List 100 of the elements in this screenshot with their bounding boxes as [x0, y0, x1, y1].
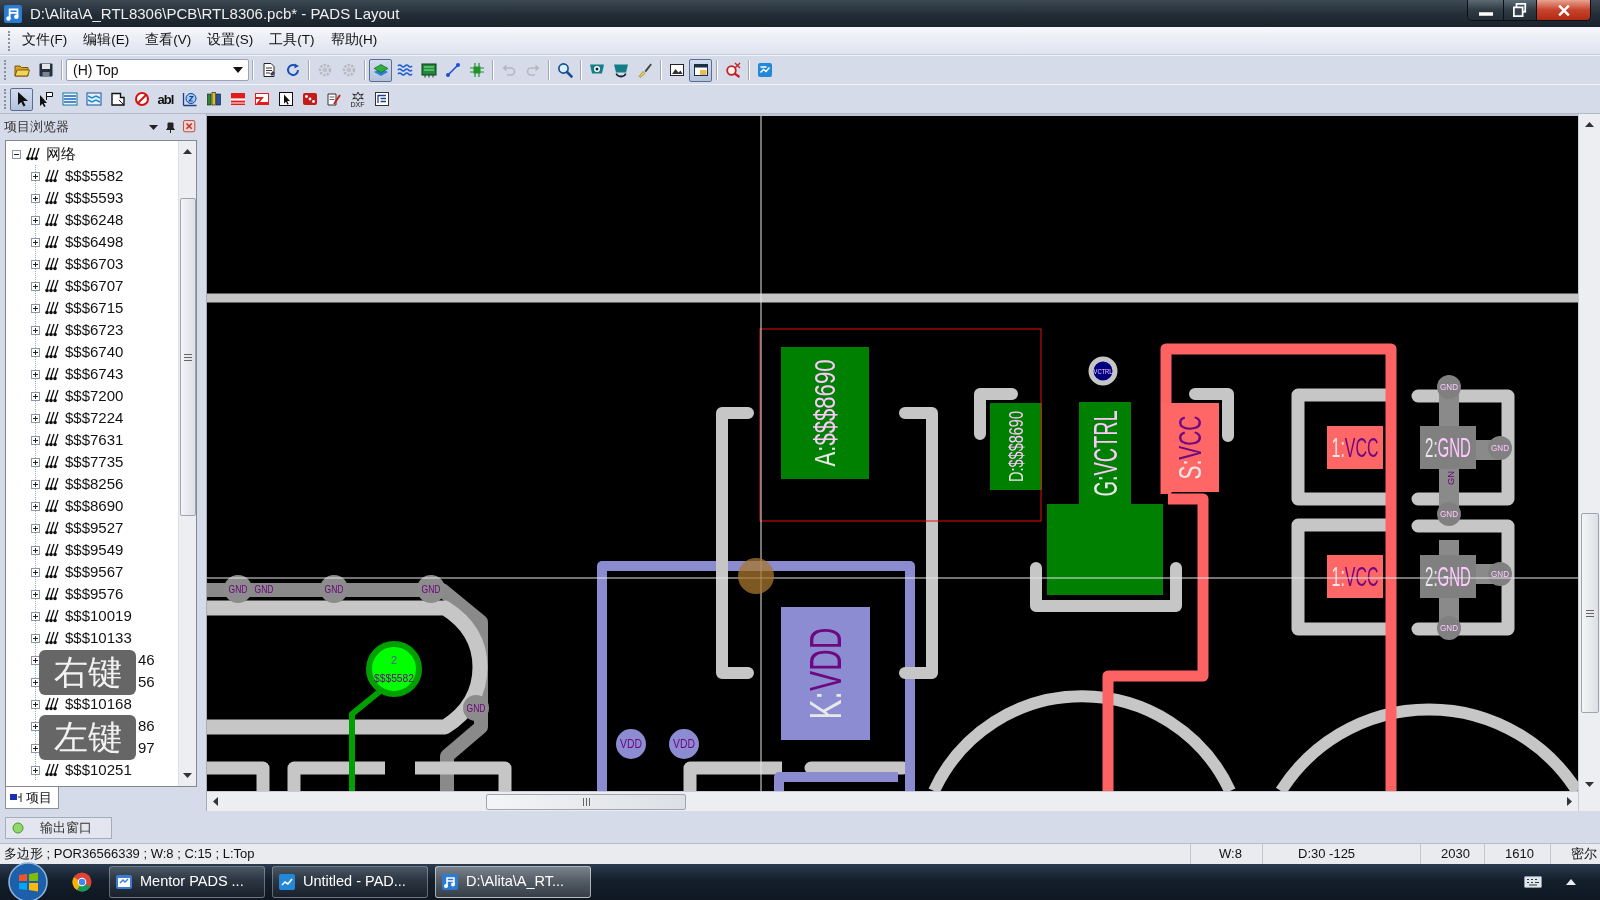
taskbar-button[interactable]: Untitled - PAD...: [272, 866, 428, 898]
menu-item[interactable]: 文件(F): [14, 30, 76, 51]
tree-item[interactable]: $$$6740: [65, 343, 124, 361]
tree-item[interactable]: $$$5593: [65, 189, 124, 207]
expand-icon[interactable]: [31, 699, 40, 709]
tree-item[interactable]: $$$10251: [65, 761, 132, 779]
toolbar-button[interactable]: [10, 87, 33, 111]
open-folder-icon: [13, 62, 30, 78]
menu-item[interactable]: 编辑(E): [75, 30, 138, 51]
scroll-up-icon[interactable]: [183, 149, 192, 154]
scroll-right-icon[interactable]: [1567, 797, 1572, 806]
expand-icon[interactable]: [31, 501, 40, 511]
tree-item[interactable]: $$$10168: [65, 695, 132, 713]
tree-item[interactable]: $$$6743: [65, 365, 124, 383]
tree-item[interactable]: $$$7200: [65, 387, 124, 405]
chart-tile-icon: [279, 874, 295, 890]
pin-icon[interactable]: [166, 121, 175, 133]
tree-item[interactable]: $$$10133: [65, 629, 132, 647]
expand-icon[interactable]: [31, 237, 40, 247]
toolbar-button[interactable]: abl: [154, 87, 177, 111]
tree-item[interactable]: 网络: [46, 145, 76, 163]
toolbar-button[interactable]: [689, 58, 712, 82]
via-label: 2: [390, 654, 398, 666]
scrollbar-thumb[interactable]: [1580, 513, 1599, 713]
tree-item[interactable]: $$$6715: [65, 299, 124, 317]
gear-icon: [340, 62, 357, 78]
menu-item[interactable]: 帮助(H): [322, 30, 386, 51]
tree-item[interactable]: $$$9527: [65, 519, 124, 537]
expand-icon[interactable]: [31, 259, 40, 269]
minimize-button[interactable]: [1468, 0, 1504, 20]
close-button[interactable]: [1537, 0, 1590, 20]
tree-item[interactable]: 56: [138, 673, 155, 691]
menu-item[interactable]: 工具(T): [261, 30, 323, 51]
expand-icon[interactable]: [31, 435, 40, 445]
expand-icon[interactable]: [31, 413, 40, 423]
tree-item[interactable]: $$$7631: [65, 431, 124, 449]
tree-item[interactable]: $$$8256: [65, 475, 124, 493]
tree-item[interactable]: $$$10019: [65, 607, 132, 625]
restore-button[interactable]: [1504, 0, 1537, 20]
scroll-left-icon[interactable]: [213, 797, 218, 806]
close-icon[interactable]: [183, 120, 197, 134]
expand-icon[interactable]: [31, 523, 40, 533]
expand-icon[interactable]: [31, 457, 40, 467]
layer-dropdown[interactable]: (H) Top: [66, 59, 249, 81]
expand-icon[interactable]: [31, 369, 40, 379]
keyboard-icon[interactable]: [1524, 876, 1542, 888]
tree-item[interactable]: $$$5582: [65, 167, 124, 185]
expand-icon[interactable]: [31, 589, 40, 599]
up-arrow-icon[interactable]: [1566, 879, 1576, 885]
expand-icon[interactable]: [31, 281, 40, 291]
tree-item[interactable]: $$$9567: [65, 563, 124, 581]
expand-icon[interactable]: [31, 171, 40, 181]
expand-icon[interactable]: [31, 391, 40, 401]
scrollbar-track[interactable]: [178, 141, 196, 786]
tree-item[interactable]: $$$9549: [65, 541, 124, 559]
start-orb-icon[interactable]: [8, 862, 48, 900]
project-tab[interactable]: 项目: [5, 787, 59, 809]
expand-icon[interactable]: [31, 215, 40, 225]
dropdown-arrow-icon[interactable]: [149, 124, 158, 130]
bucket-icon: [612, 62, 629, 78]
tree-item[interactable]: $$$8690: [65, 497, 124, 515]
browser-icon[interactable]: [72, 872, 92, 892]
menu-item[interactable]: 设置(S): [199, 30, 262, 51]
tree-item[interactable]: $$$6248: [65, 211, 124, 229]
tree-item[interactable]: $$$7224: [65, 409, 124, 427]
scroll-down-icon[interactable]: [183, 773, 192, 778]
scroll-up-icon[interactable]: [1585, 122, 1594, 127]
expand-icon[interactable]: [31, 193, 40, 203]
scrollbar-track[interactable]: [1578, 114, 1600, 811]
scrollbar-thumb[interactable]: [486, 793, 686, 810]
tree-item[interactable]: $$$6723: [65, 321, 124, 339]
expand-icon[interactable]: [31, 545, 40, 555]
tree-item[interactable]: $$$6703: [65, 255, 124, 273]
net-label: GND: [254, 582, 274, 596]
tree-item[interactable]: $$$7735: [65, 453, 124, 471]
expand-icon[interactable]: [31, 325, 40, 335]
expand-icon[interactable]: [31, 479, 40, 489]
restore-icon: [1513, 3, 1527, 17]
tree-item[interactable]: $$$9576: [65, 585, 124, 603]
tree-item[interactable]: $$$6498: [65, 233, 124, 251]
expand-icon[interactable]: [31, 633, 40, 643]
scrollbar-thumb[interactable]: [179, 198, 196, 516]
tree-item[interactable]: 46: [138, 651, 155, 669]
expand-icon[interactable]: [31, 611, 40, 621]
scroll-down-icon[interactable]: [1585, 782, 1594, 787]
menu-item[interactable]: 查看(V): [137, 30, 200, 51]
key-press-overlay: 左键: [39, 715, 136, 760]
expand-icon[interactable]: [31, 347, 40, 357]
taskbar-button[interactable]: Mentor PADS ...: [109, 866, 265, 898]
tree-item[interactable]: 97: [138, 739, 155, 757]
expand-icon[interactable]: [31, 765, 40, 775]
tree-item[interactable]: $$$6707: [65, 277, 124, 295]
taskbar-button[interactable]: D:\Alita\A_RT...: [435, 866, 591, 898]
output-tab[interactable]: 输出窗口: [5, 817, 112, 839]
scrollbar-track[interactable]: [207, 791, 1578, 811]
collapse-icon[interactable]: [12, 149, 21, 159]
tree-item[interactable]: 86: [138, 717, 155, 735]
expand-icon[interactable]: [31, 567, 40, 577]
net-label: GN: [1446, 471, 1456, 485]
expand-icon[interactable]: [31, 303, 40, 313]
